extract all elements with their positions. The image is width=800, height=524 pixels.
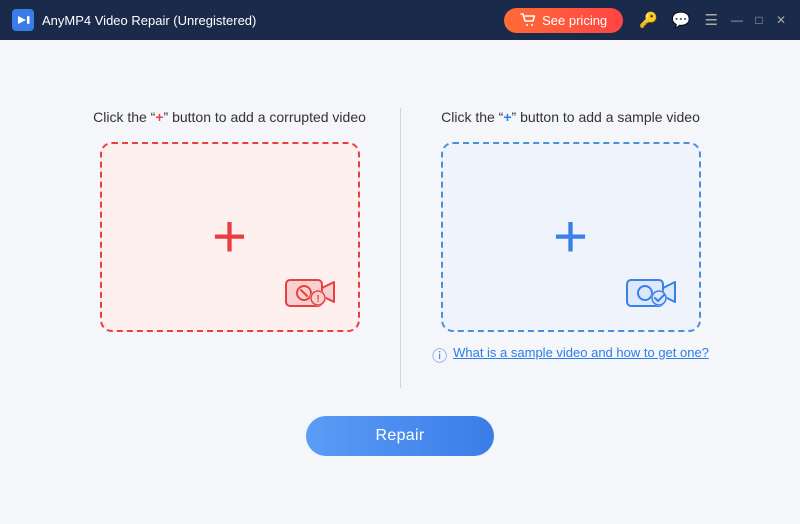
title-bar: AnyMP4 Video Repair (Unregistered) See p…	[0, 0, 800, 40]
see-pricing-button[interactable]: See pricing	[504, 8, 623, 33]
sample-video-link[interactable]: What is a sample video and how to get on…	[453, 344, 709, 362]
cart-icon	[520, 13, 536, 27]
sample-video-label: Click the “+” button to add a sample vid…	[441, 108, 700, 128]
corrupted-camera-icon: !	[284, 272, 336, 312]
panel-divider	[400, 108, 401, 388]
sample-camera-icon	[625, 272, 677, 312]
minimize-button[interactable]: —	[730, 13, 744, 27]
add-sample-video-button[interactable]: +	[441, 142, 701, 332]
chat-icon[interactable]: 💬	[672, 11, 691, 29]
title-bar-icons: 🔑 💬 ☰	[639, 11, 718, 29]
repair-button[interactable]: Repair	[306, 416, 495, 456]
sample-video-panel: Click the “+” button to add a sample vid…	[421, 108, 721, 366]
sample-video-help-area: ⓘ What is a sample video and how to get …	[432, 344, 709, 366]
add-corrupted-plus-icon: +	[212, 207, 247, 267]
add-corrupted-video-button[interactable]: + !	[100, 142, 360, 332]
app-logo	[12, 9, 34, 31]
key-icon[interactable]: 🔑	[639, 11, 658, 29]
panels-row: Click the “+” button to add a corrupted …	[40, 108, 760, 388]
app-title: AnyMP4 Video Repair (Unregistered)	[42, 13, 504, 28]
corrupted-video-label: Click the “+” button to add a corrupted …	[93, 108, 366, 128]
corrupted-video-panel: Click the “+” button to add a corrupted …	[80, 108, 380, 332]
svg-text:!: !	[316, 294, 319, 305]
pricing-label: See pricing	[542, 13, 607, 28]
window-controls: — □ ✕	[730, 13, 788, 27]
menu-icon[interactable]: ☰	[705, 11, 718, 29]
close-button[interactable]: ✕	[774, 13, 788, 27]
maximize-button[interactable]: □	[752, 13, 766, 27]
help-icon: ⓘ	[432, 345, 447, 366]
add-sample-plus-icon: +	[553, 207, 588, 267]
main-content: Click the “+” button to add a corrupted …	[0, 40, 800, 524]
